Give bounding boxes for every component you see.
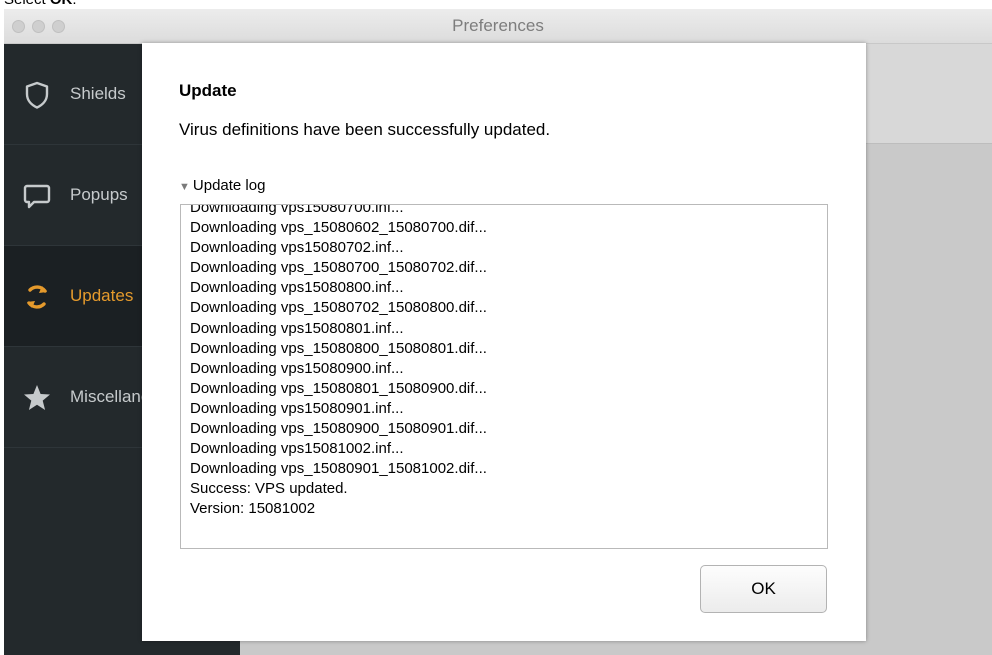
star-icon	[22, 383, 52, 413]
log-line: Version: 15081002	[190, 500, 316, 518]
update-log-label: Update log	[192, 177, 266, 194]
log-line: Downloading vps_15080900_15080901.dif...	[190, 420, 487, 438]
update-log-textarea[interactable]: Downloading vps15080700.inf... Downloadin…	[180, 204, 828, 549]
caption-suffix: .	[72, 0, 76, 8]
log-line: Downloading vps_15080602_15080700.dif...	[190, 219, 487, 237]
sidebar-item-label: Shields	[70, 84, 126, 103]
caption-prefix: Select	[4, 0, 50, 8]
update-dialog: Update Virus definitions have been succe…	[142, 43, 866, 641]
log-line: Downloading vps15081002.inf...	[190, 440, 404, 458]
ok-button[interactable]: OK	[700, 565, 827, 613]
disclosure-triangle-icon: ▼	[179, 181, 190, 193]
log-line: Downloading vps15080901.inf...	[190, 399, 404, 417]
shield-icon	[22, 80, 52, 110]
dialog-title: Update	[179, 81, 237, 100]
log-line: Success: VPS updated.	[190, 480, 348, 498]
log-line: Downloading vps_15080700_15080702.dif...	[190, 259, 487, 277]
log-line: Downloading vps15080800.inf...	[190, 279, 404, 297]
page: Select OK. Preferences Shields	[0, 0, 992, 655]
window-title: Preferences	[452, 16, 544, 35]
sidebar-item-label: Popups	[70, 185, 128, 204]
dialog-message: Virus definitions have been successfully…	[179, 120, 551, 139]
log-line: Downloading vps_15080901_15081002.dif...	[190, 460, 487, 478]
title-bar: Preferences	[4, 9, 992, 44]
log-line: Downloading vps15080801.inf...	[190, 319, 404, 337]
log-line: Downloading vps_15080702_15080800.dif...	[190, 299, 487, 317]
update-log-disclosure[interactable]: ▼ Update log	[179, 177, 265, 194]
log-line: Downloading vps_15080800_15080801.dif...	[190, 339, 487, 357]
log-line: Downloading vps15080702.inf...	[190, 239, 404, 257]
instruction-caption: Select OK.	[4, 0, 77, 8]
caption-bold: OK	[50, 0, 73, 8]
update-log-lines: Downloading vps15080700.inf... Downloadin…	[190, 204, 487, 520]
speech-bubble-icon	[22, 181, 52, 211]
sidebar-item-label: Updates	[70, 286, 134, 305]
log-line: Downloading vps_15080801_15080900.dif...	[190, 379, 487, 397]
log-line: Downloading vps15080700.inf...	[190, 204, 404, 216]
refresh-icon	[22, 282, 52, 312]
log-line: Downloading vps15080900.inf...	[190, 359, 404, 377]
